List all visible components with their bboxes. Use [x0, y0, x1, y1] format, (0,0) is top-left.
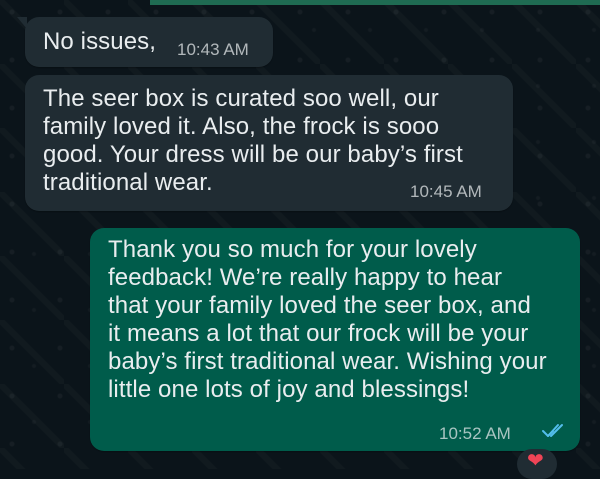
message-bubble-outgoing-1[interactable]: Thank you so much for your lovely feedba… — [90, 228, 580, 451]
message-bubble-incoming-2[interactable]: The seer box is curated soo well, our fa… — [25, 75, 513, 211]
message-line: baby’s first traditional wear. Wishing y… — [108, 348, 547, 375]
message-timestamp: 10:45 AM — [410, 182, 482, 201]
message-line: good. Your dress will be our baby’s firs… — [43, 141, 463, 168]
message-line: family loved it. Also, the frock is sooo — [43, 113, 440, 140]
message-text: No issues, — [43, 28, 157, 55]
message-line: feedback! We’re really happy to hear — [108, 264, 503, 291]
message-line: it means a lot that our frock will be yo… — [108, 320, 529, 347]
message-bubble-incoming-1[interactable]: No issues, 10:43 AM — [17, 17, 273, 67]
heart-reaction[interactable]: ❤ — [517, 449, 557, 479]
message-text: The seer box is curated soo well, our fa… — [43, 85, 463, 197]
previous-message-edge — [150, 0, 600, 5]
message-timestamp: 10:43 AM — [177, 40, 249, 59]
message-line: little one lots of joy and blessings! — [108, 376, 470, 403]
heart-reaction-icon: ❤ — [527, 450, 544, 472]
incoming-bubble-tail — [17, 17, 27, 29]
read-double-tick-icon — [542, 424, 563, 437]
message-timestamp: 10:52 AM — [439, 424, 511, 443]
message-text: Thank you so much for your lovely feedba… — [108, 236, 547, 404]
message-line: that your family loved the seer box, and — [108, 292, 531, 319]
message-line: The seer box is curated soo well, our — [43, 85, 439, 112]
message-line: Thank you so much for your lovely — [108, 236, 477, 263]
message-line: traditional wear. — [43, 169, 213, 196]
